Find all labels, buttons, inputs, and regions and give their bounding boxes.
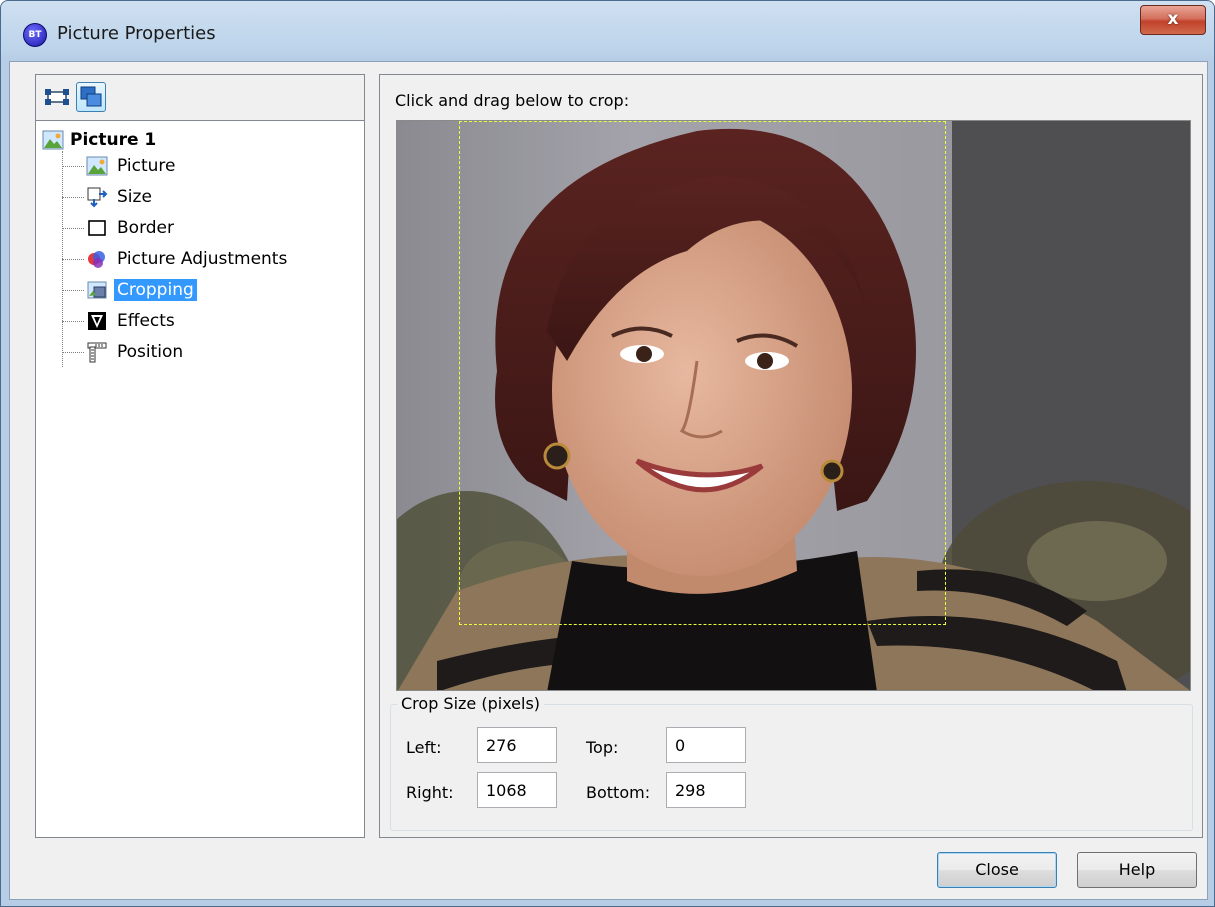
bottom-label: Bottom: [586, 783, 651, 802]
tree-root-picture-1[interactable]: Picture 1 [42, 127, 156, 153]
layers-icon [80, 86, 102, 107]
top-label: Top: [586, 738, 619, 757]
title-bar[interactable]: BT Picture Properties x [1, 1, 1214, 61]
app-icon: BT [23, 23, 47, 47]
right-field[interactable] [477, 772, 557, 808]
border-icon [86, 217, 108, 239]
tree-item-effects[interactable]: Effects [62, 308, 178, 334]
tree-item-label: Size [117, 187, 152, 207]
tree-item-position[interactable]: Position [62, 339, 186, 365]
picture-properties-window: BT Picture Properties x Picture 1 Pictur… [0, 0, 1215, 907]
expand-view-button[interactable] [42, 82, 72, 112]
close-window-button[interactable]: x [1140, 5, 1206, 35]
tree-item-cropping[interactable]: Cropping [62, 277, 197, 303]
layers-view-button[interactable] [76, 82, 106, 112]
right-label: Right: [406, 783, 454, 802]
close-button[interactable]: Close [937, 852, 1057, 888]
tree-item-border[interactable]: Border [62, 215, 177, 241]
tree-item-label: Picture [117, 156, 176, 176]
top-field[interactable] [666, 727, 746, 763]
bottom-field[interactable] [666, 772, 746, 808]
picture-icon [42, 129, 64, 151]
expand-icon [45, 89, 69, 105]
size-icon [86, 186, 108, 208]
crop-hint: Click and drag below to crop: [395, 91, 630, 110]
tree-item-label: Effects [117, 311, 175, 331]
cropping-icon [86, 279, 108, 301]
help-button[interactable]: Help [1077, 852, 1197, 888]
adjustments-icon [86, 248, 108, 270]
effects-icon [86, 310, 108, 332]
tree-item-label: Picture Adjustments [117, 249, 288, 269]
window-title: Picture Properties [57, 23, 216, 44]
tree-item-size[interactable]: Size [62, 184, 155, 210]
position-icon [86, 341, 108, 363]
tree-item-label: Position [117, 342, 184, 362]
tree-item-label: Cropping [114, 279, 197, 301]
properties-tree-panel: Picture 1 Picture Size Border Picture Ad… [35, 74, 365, 838]
dialog-client: Picture 1 Picture Size Border Picture Ad… [9, 61, 1208, 900]
tree-root-label: Picture 1 [70, 130, 157, 150]
tree-item-label: Border [117, 218, 174, 238]
crop-size-group: Crop Size (pixels) Left: Top: Right: Bot… [390, 694, 1193, 831]
left-field[interactable] [477, 727, 557, 763]
tree-item-picture[interactable]: Picture [62, 153, 178, 179]
picture-icon [86, 155, 108, 177]
tree-toolbar [36, 75, 364, 121]
crop-size-title: Crop Size (pixels) [397, 694, 545, 713]
crop-canvas[interactable] [396, 120, 1191, 691]
cropping-panel: Click and drag below to crop: Crop Size … [379, 74, 1203, 838]
crop-marquee[interactable] [459, 121, 946, 625]
left-label: Left: [406, 738, 442, 757]
tree-item-picture-adjustments[interactable]: Picture Adjustments [62, 246, 290, 272]
